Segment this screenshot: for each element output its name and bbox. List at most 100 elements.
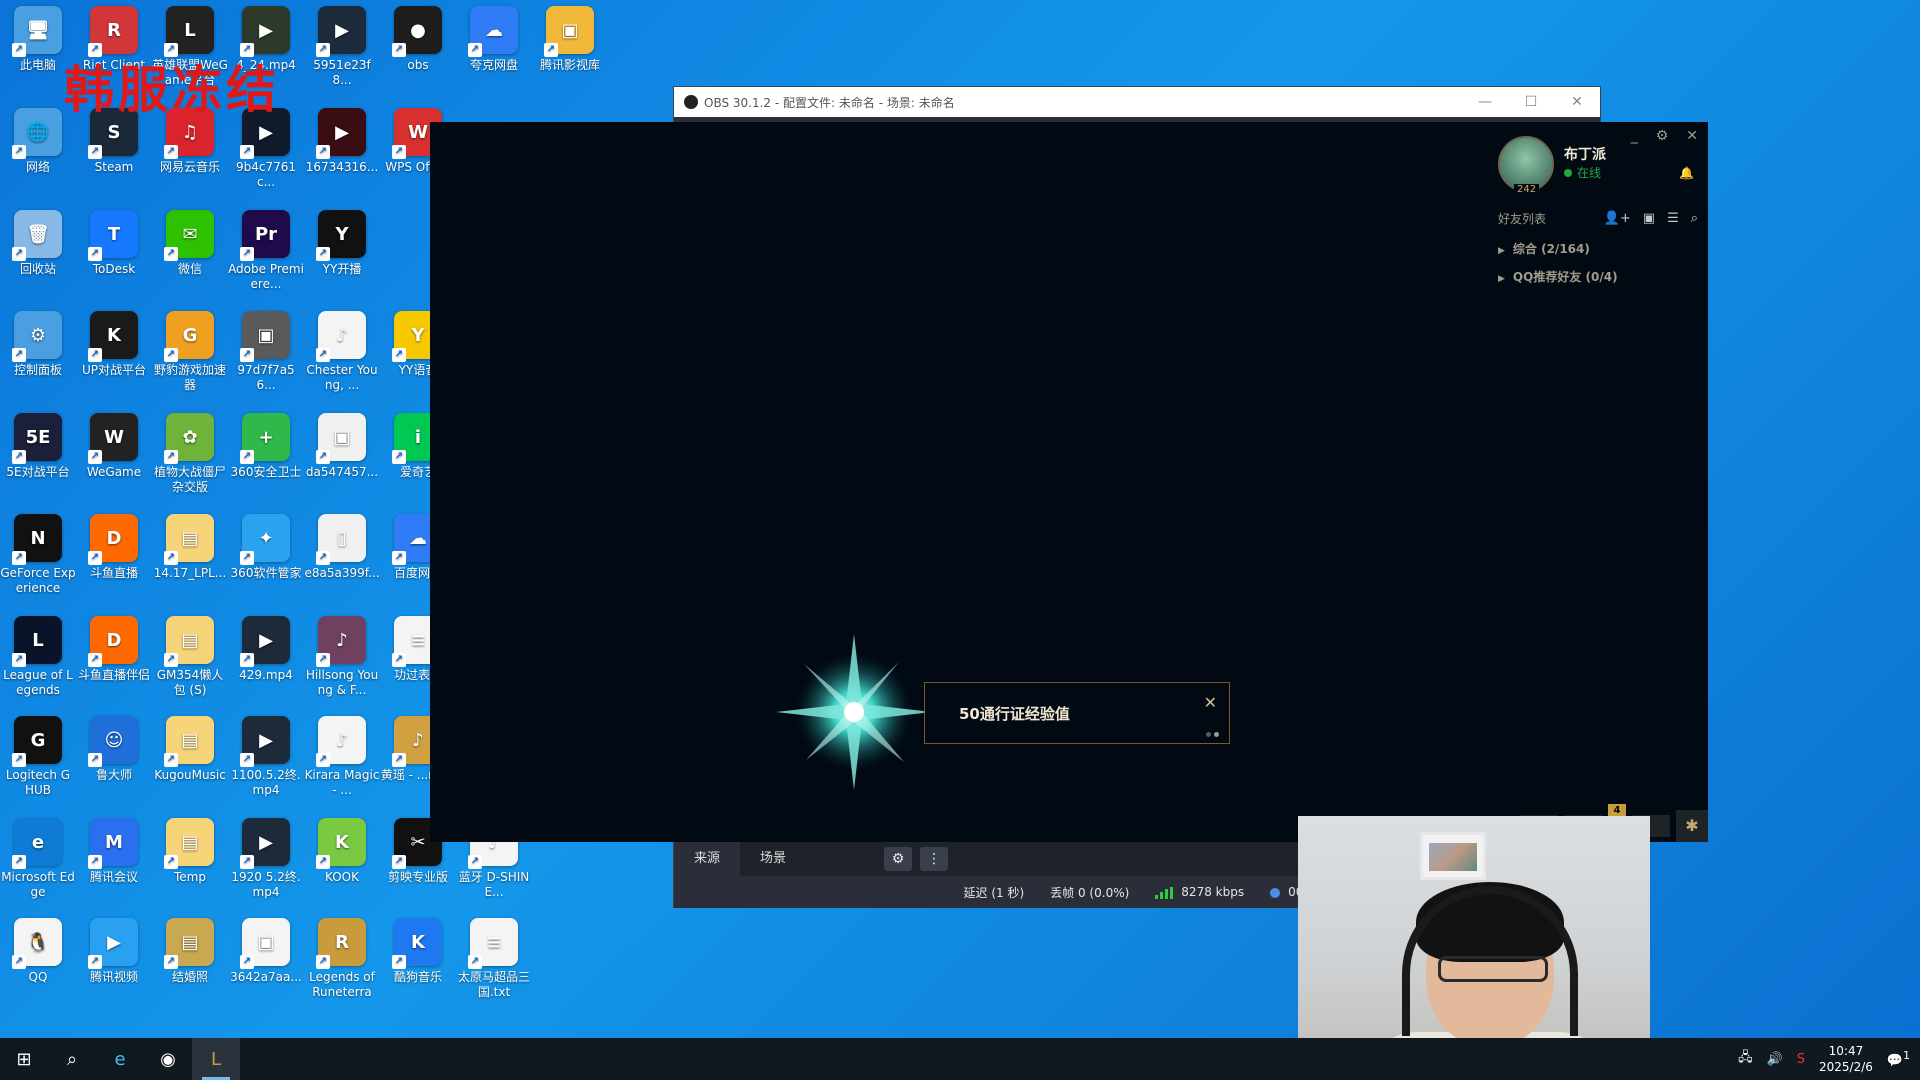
desktop-icon[interactable]: ▶9b4c7761c... — [228, 108, 304, 208]
desktop-icon[interactable]: WWeGame — [76, 413, 152, 513]
desktop-icon[interactable]: ▯e8a5a399f... — [304, 514, 380, 614]
desktop-icon[interactable]: ▣97d7f7a56... — [228, 311, 304, 411]
list-view-icon[interactable]: ☰ — [1667, 211, 1679, 226]
desktop-icon[interactable]: SSteam — [76, 108, 152, 208]
lol-minimize-button[interactable]: _ — [1631, 128, 1638, 144]
desktop-icon[interactable]: ✿植物大战僵尸杂交版 — [152, 413, 228, 513]
desktop-icon-label: 植物大战僵尸杂交版 — [153, 465, 226, 494]
desktop-icon[interactable]: KUP对战平台 — [76, 311, 152, 411]
desktop-icon[interactable]: ✉微信 — [152, 210, 228, 310]
desktop-icon[interactable]: ♪Hillsong Young & F... — [304, 616, 380, 716]
desktop-icon[interactable]: YYY开播 — [304, 210, 380, 310]
desktop-icon[interactable]: ▶1100.5.2终.mp4 — [228, 716, 304, 816]
obs-titlebar[interactable]: OBS 30.1.2 - 配置文件: 未命名 - 场景: 未命名 — ☐ ✕ — [674, 87, 1600, 117]
desktop-icon[interactable]: PrAdobe Premiere... — [228, 210, 304, 310]
desktop-icon[interactable]: ☁夸克网盘 — [456, 6, 532, 106]
summoner-name: 布丁派 — [1564, 147, 1606, 163]
network-icon[interactable]: 🖧 — [1738, 1048, 1753, 1070]
desktop-icon[interactable]: ▤结婚照 — [152, 918, 228, 1018]
obs-taskbar-icon[interactable]: ◉ — [144, 1038, 192, 1080]
desktop-icon[interactable]: ☺鲁大师 — [76, 716, 152, 816]
add-friend-icon[interactable]: 👤+ — [1604, 211, 1631, 226]
desktop-icon[interactable]: K酷狗音乐 — [380, 918, 456, 1018]
online-status[interactable]: 在线 — [1564, 164, 1601, 181]
obs-minimize-button[interactable]: — — [1462, 87, 1508, 117]
bell-icon[interactable]: 🔔 — [1679, 166, 1694, 180]
notification-center-icon[interactable]: 💬1 — [1887, 1049, 1910, 1068]
friend-group-qq[interactable]: ▶ QQ推荐好友 (0/4) — [1498, 268, 1618, 285]
friend-group-general[interactable]: ▶ 综合 (2/164) — [1498, 240, 1590, 257]
desktop-icon[interactable]: RLegends of Runeterra — [304, 918, 380, 1018]
desktop-icon[interactable]: ▶16734316... — [304, 108, 380, 208]
desktop-icon[interactable]: ▣腾讯影视库 — [532, 6, 608, 106]
desktop-icon[interactable]: ●obs — [380, 6, 456, 106]
desktop-icon[interactable]: ⚙控制面板 — [0, 311, 76, 411]
desktop-icon[interactable]: ▶429.mp4 — [228, 616, 304, 716]
desktop-icon[interactable]: ▶腾讯视频 — [76, 918, 152, 1018]
desktop-icon[interactable]: 🐧QQ — [0, 918, 76, 1018]
desktop-icon[interactable]: 5E5E对战平台 — [0, 413, 76, 513]
obs-maximize-button[interactable]: ☐ — [1508, 87, 1554, 117]
gear-icon[interactable]: ⚙ — [884, 847, 913, 871]
app-icon: ✉ — [164, 210, 214, 261]
desktop-icon-label: 微信 — [177, 262, 202, 276]
desktop-icon[interactable]: D斗鱼直播 — [76, 514, 152, 614]
ime-icon[interactable]: S — [1797, 1052, 1805, 1067]
desktop-icon[interactable]: ♪Kirara Magic - ... — [304, 716, 380, 816]
start-button[interactable]: ⊞ — [0, 1038, 48, 1080]
lol-close-button[interactable]: ✕ — [1686, 128, 1698, 144]
desktop-icon[interactable]: ▣3642a7aa... — [228, 918, 304, 1018]
clock-time: 10:47 — [1828, 1044, 1864, 1058]
app-icon: ▤ — [164, 818, 214, 869]
clock-date: 2025/2/6 — [1819, 1060, 1873, 1074]
tab-scenes[interactable]: 场景 — [740, 842, 806, 876]
clock[interactable]: 10:47 2025/2/6 — [1819, 1043, 1873, 1075]
desktop-icon-label: 鲁大师 — [95, 768, 132, 782]
desktop-icon[interactable]: 🌐网络 — [0, 108, 76, 208]
desktop-icon-label: obs — [407, 58, 429, 72]
app-icon: ☺ — [88, 716, 138, 767]
bitrate-value: 8278 kbps — [1181, 885, 1245, 899]
desktop-icon[interactable]: GLogitech G HUB — [0, 716, 76, 816]
app-icon: R — [88, 6, 138, 57]
desktop-icon[interactable]: 🗑回收站 — [0, 210, 76, 310]
desktop-icon[interactable]: +360安全卫士 — [228, 413, 304, 513]
desktop-icon-label: 360安全卫士 — [230, 465, 302, 479]
desktop-icon[interactable]: ▶5951e23f8... — [304, 6, 380, 106]
desktop-icon[interactable]: ▤GM354懒人包 (S) — [152, 616, 228, 716]
desktop-icon[interactable]: ▤14.17_LPL... — [152, 514, 228, 614]
volume-icon[interactable]: 🔊 — [1767, 1052, 1783, 1067]
desktop-icon[interactable]: ≡太原马超品三国.txt — [456, 918, 532, 1018]
search-icon[interactable]: ⌕ — [48, 1038, 96, 1080]
desktop-icon[interactable]: M腾讯会议 — [76, 818, 152, 918]
desktop-icon[interactable]: NGeForce Experience — [0, 514, 76, 614]
add-folder-icon[interactable]: ▣ — [1643, 211, 1655, 226]
more-icon[interactable]: ⋮ — [920, 847, 949, 871]
search-icon[interactable]: ⌕ — [1691, 211, 1698, 226]
desktop-icon[interactable]: ▤KugouMusic — [152, 716, 228, 816]
toast-close-icon[interactable]: ✕ — [1204, 693, 1217, 712]
tab-sources[interactable]: 来源 — [674, 842, 741, 876]
desktop-icon[interactable]: ✦360软件管家 — [228, 514, 304, 614]
desktop-icon[interactable]: D斗鱼直播伴侣 — [76, 616, 152, 716]
lol-settings-icon[interactable]: ⚙ — [1656, 128, 1669, 144]
desktop-icon[interactable]: ▶1920 5.2终.mp4 — [228, 818, 304, 918]
league-taskbar-icon[interactable]: L — [192, 1038, 240, 1080]
desktop-icon[interactable]: ♪Chester Young, ... — [304, 311, 380, 411]
desktop-icon[interactable]: ▤Temp — [152, 818, 228, 918]
desktop-icon[interactable]: G野豹游戏加速器 — [152, 311, 228, 411]
desktop-icon-label: 1100.5.2终.mp4 — [231, 768, 301, 797]
app-icon: ▣ — [240, 918, 290, 969]
desktop-icon[interactable]: TToDesk — [76, 210, 152, 310]
notification-toast[interactable]: 50通行证经验值 ✕ — [924, 682, 1230, 744]
desktop-icon[interactable]: ♫网易云音乐 — [152, 108, 228, 208]
desktop-icon[interactable]: eMicrosoft Edge — [0, 818, 76, 918]
desktop-icon[interactable]: KKOOK — [304, 818, 380, 918]
obs-close-button[interactable]: ✕ — [1554, 87, 1600, 117]
desktop-icon[interactable]: LLeague of Legends — [0, 616, 76, 716]
desktop-icon-label: 斗鱼直播 — [89, 566, 138, 580]
bug-report-icon[interactable]: ✱ — [1676, 810, 1708, 842]
edge-icon[interactable]: e — [96, 1038, 144, 1080]
desktop-icon-label: 回收站 — [19, 262, 56, 276]
desktop-icon[interactable]: ▣da547457... — [304, 413, 380, 513]
